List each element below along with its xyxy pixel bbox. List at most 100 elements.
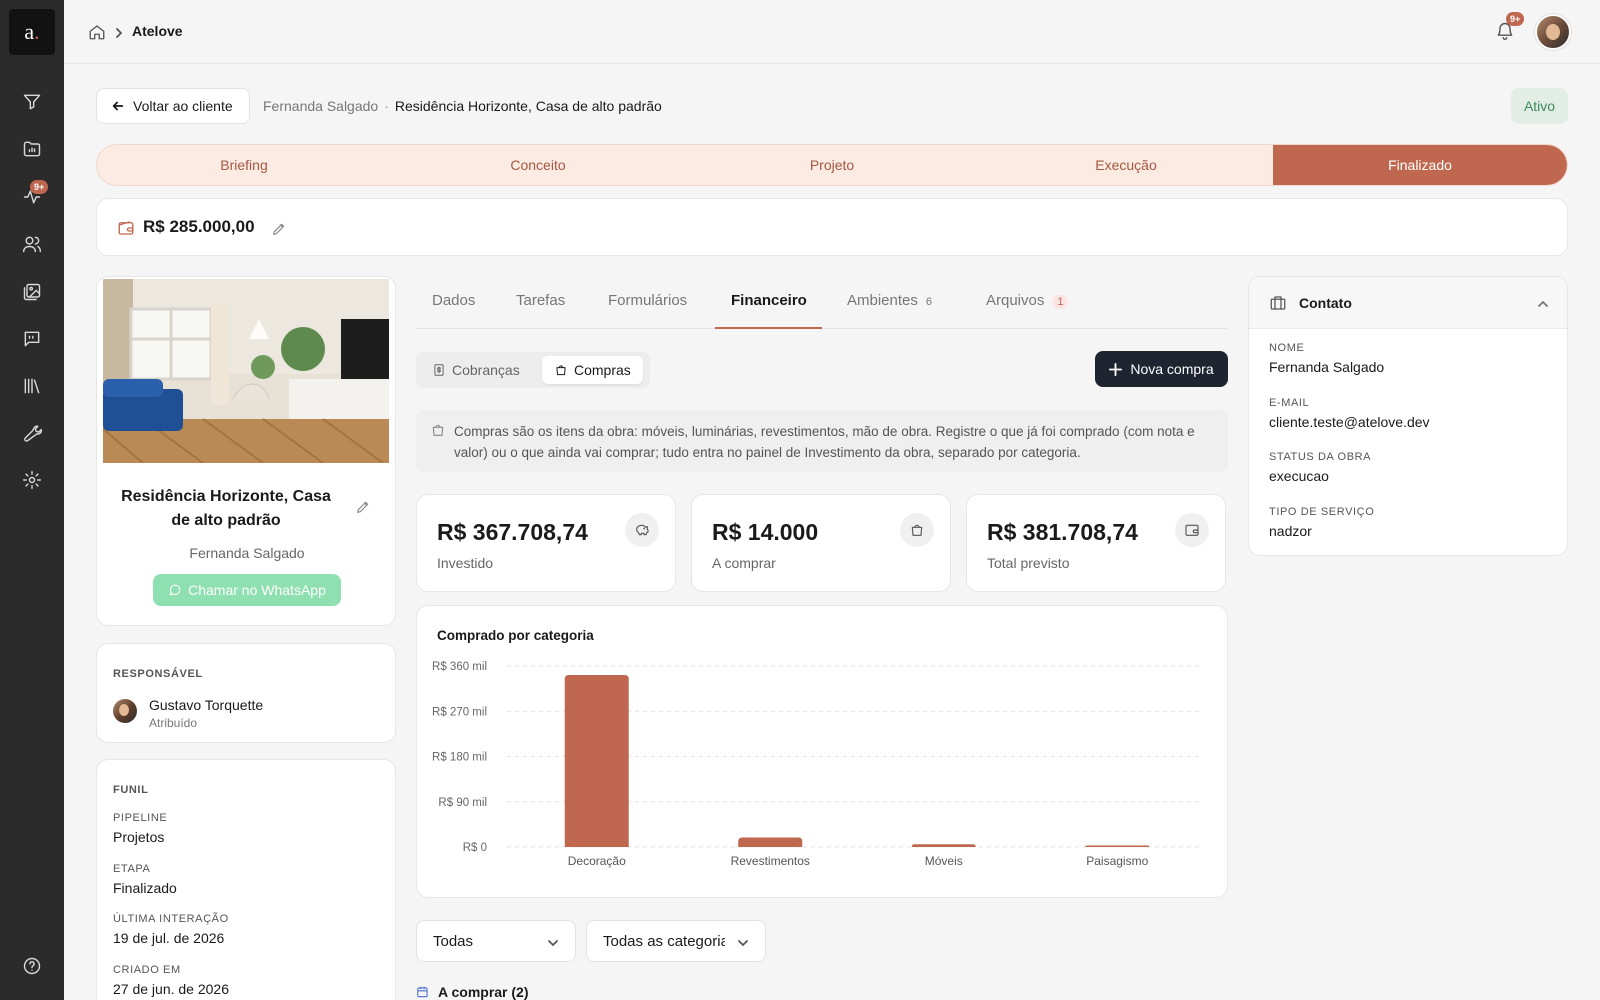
users-icon[interactable] <box>20 232 44 256</box>
chart-bar <box>911 844 976 847</box>
category-filter-value: Todas as categorias <box>603 932 725 950</box>
chart-bar <box>1085 845 1150 847</box>
gallery-icon[interactable] <box>20 280 44 304</box>
compras-info-text: Compras são os itens da obra: móveis, lu… <box>454 424 1195 460</box>
chart-card: Comprado por categoria R$ 0 R$ 90 mil R$ 1… <box>416 605 1228 898</box>
project-client: Fernanda Salgado <box>189 545 305 561</box>
active-tab-underline <box>715 327 822 329</box>
edit-project-icon[interactable] <box>355 499 371 515</box>
etapa-value: Finalizado <box>113 880 177 896</box>
tab-formularios[interactable]: Formulários <box>608 292 687 309</box>
chevron-up-icon[interactable] <box>1537 297 1549 309</box>
tab-arquivos-label: Arquivos <box>986 292 1045 309</box>
project-card: Residência Horizonte, Casa de alto padrã… <box>96 276 396 626</box>
nova-compra-label: Nova compra <box>1130 361 1214 377</box>
contact-title: Contato <box>1299 295 1352 311</box>
nova-compra-button[interactable]: Nova compra <box>1095 351 1228 387</box>
stage-execucao[interactable]: Execução <box>979 145 1273 185</box>
contact-nome-label: NOME <box>1269 342 1305 354</box>
contact-tipo-value: nadzor <box>1269 523 1312 539</box>
wallet-icon <box>1175 513 1209 547</box>
app-logo[interactable]: a. <box>9 9 55 55</box>
subtab-cobrancas[interactable]: Cobranças <box>420 356 532 384</box>
contact-nome-value: Fernanda Salgado <box>1269 359 1385 375</box>
contact-email-value[interactable]: cliente.teste@atelove.dev <box>1269 414 1430 430</box>
help-icon[interactable] <box>20 954 44 978</box>
contact-card: Contato NOME Fernanda Salgado E-MAIL cli… <box>1248 276 1568 556</box>
a-comprar-title: A comprar (2) <box>438 984 529 1000</box>
tab-ambientes-label: Ambientes <box>847 292 918 309</box>
building-icon <box>1269 294 1287 312</box>
contact-tipo-label: TIPO DE SERVIÇO <box>1269 506 1375 518</box>
user-avatar[interactable] <box>1535 14 1571 50</box>
shopping-bag-icon <box>430 422 446 438</box>
pipeline-label: PIPELINE <box>113 812 168 824</box>
chart-bar <box>564 675 629 847</box>
status-badge: Ativo <box>1511 88 1568 124</box>
folder-chart-icon[interactable] <box>20 137 44 161</box>
stat-total-previsto-label: Total previsto <box>987 555 1070 571</box>
category-filter-select[interactable]: Todas as categorias <box>586 920 766 962</box>
stat-a-comprar-label: A comprar <box>712 555 776 571</box>
criado-em-value: 27 de jun. de 2026 <box>113 981 229 997</box>
stat-total-previsto: R$ 381.708,74 Total previsto <box>966 494 1226 592</box>
chart-y-tick-label: R$ 180 mil <box>432 752 487 764</box>
receipt-icon <box>434 364 444 376</box>
breadcrumb: Fernanda Salgado · Residência Horizonte, C… <box>263 98 662 114</box>
ultima-interacao-value: 19 de jul. de 2026 <box>113 930 225 946</box>
chevron-down-icon <box>737 936 749 948</box>
wallet-icon <box>117 219 135 237</box>
whatsapp-button[interactable]: Chamar no WhatsApp <box>153 574 341 606</box>
funil-card: FUNIL PIPELINE Projetos ETAPA Finalizado… <box>96 759 396 1000</box>
tab-arquivos[interactable]: Arquivos 1 <box>986 292 1069 309</box>
stat-investido: R$ 367.708,74 Investido <box>416 494 676 592</box>
tab-financeiro[interactable]: Financeiro <box>731 292 807 309</box>
responsavel-label: RESPONSÁVEL <box>113 668 203 680</box>
contact-header[interactable]: Contato <box>1249 277 1567 329</box>
filter-icon[interactable] <box>20 90 44 114</box>
whatsapp-icon <box>169 584 181 596</box>
stat-total-previsto-value: R$ 381.708,74 <box>987 519 1138 545</box>
breadcrumb-client[interactable]: Fernanda Salgado <box>263 98 378 114</box>
gear-icon[interactable] <box>20 468 44 492</box>
funil-label: FUNIL <box>113 784 149 796</box>
contact-status-value: execucao <box>1269 468 1329 484</box>
stage-conceito[interactable]: Conceito <box>391 145 685 185</box>
project-name: Residência Horizonte, Casa de alto padrã… <box>121 488 331 529</box>
project-tabs: Dados Tarefas Formulários Financeiro Amb… <box>416 276 1228 329</box>
stage-projeto[interactable]: Projeto <box>685 145 979 185</box>
chart-y-tick-label: R$ 360 mil <box>432 661 487 673</box>
subtab-compras[interactable]: Compras <box>542 356 643 384</box>
stat-a-comprar-value: R$ 14.000 <box>712 519 819 545</box>
responsavel-name: Gustavo Torquette <box>149 697 264 713</box>
stat-investido-label: Investido <box>437 555 494 571</box>
arquivos-count: 1 <box>1052 295 1069 309</box>
ultima-interacao-label: ÚLTIMA INTERAÇÃO <box>113 913 229 925</box>
home-icon[interactable] <box>88 23 106 41</box>
responsavel-role: Atribuído <box>149 716 198 730</box>
back-to-client-button[interactable]: Voltar ao cliente <box>96 88 250 124</box>
library-icon[interactable] <box>20 374 44 398</box>
stage-briefing[interactable]: Briefing <box>97 145 391 185</box>
stat-a-comprar: R$ 14.000 A comprar <box>691 494 951 592</box>
tab-dados[interactable]: Dados <box>432 292 475 309</box>
topbar: Atelove 9+ <box>64 0 1600 64</box>
contact-email-label: E-MAIL <box>1269 397 1310 409</box>
status-filter-select[interactable]: Todas <box>416 920 576 962</box>
shopping-bag-icon <box>900 513 934 547</box>
project-photo <box>103 279 389 463</box>
notifications-badge: 9+ <box>1506 12 1525 26</box>
chart-x-tick-label: Decoração <box>568 854 626 868</box>
chat-icon[interactable] <box>20 327 44 351</box>
a-comprar-section-header: A comprar (2) <box>416 984 529 1000</box>
stage-progress-bar: Briefing Conceito Projeto Execução Final… <box>96 144 1568 186</box>
tab-tarefas[interactable]: Tarefas <box>516 292 565 309</box>
edit-budget-icon[interactable] <box>271 221 287 237</box>
responsavel-avatar <box>113 699 137 723</box>
wrench-icon[interactable] <box>20 421 44 445</box>
tab-ambientes[interactable]: Ambientes 6 <box>847 292 932 309</box>
contact-status-label: STATUS DA OBRA <box>1269 451 1372 463</box>
sidebar: a. 9+ <box>0 0 64 1000</box>
chevron-down-icon <box>547 936 559 948</box>
stage-finalizado[interactable]: Finalizado <box>1273 145 1567 185</box>
